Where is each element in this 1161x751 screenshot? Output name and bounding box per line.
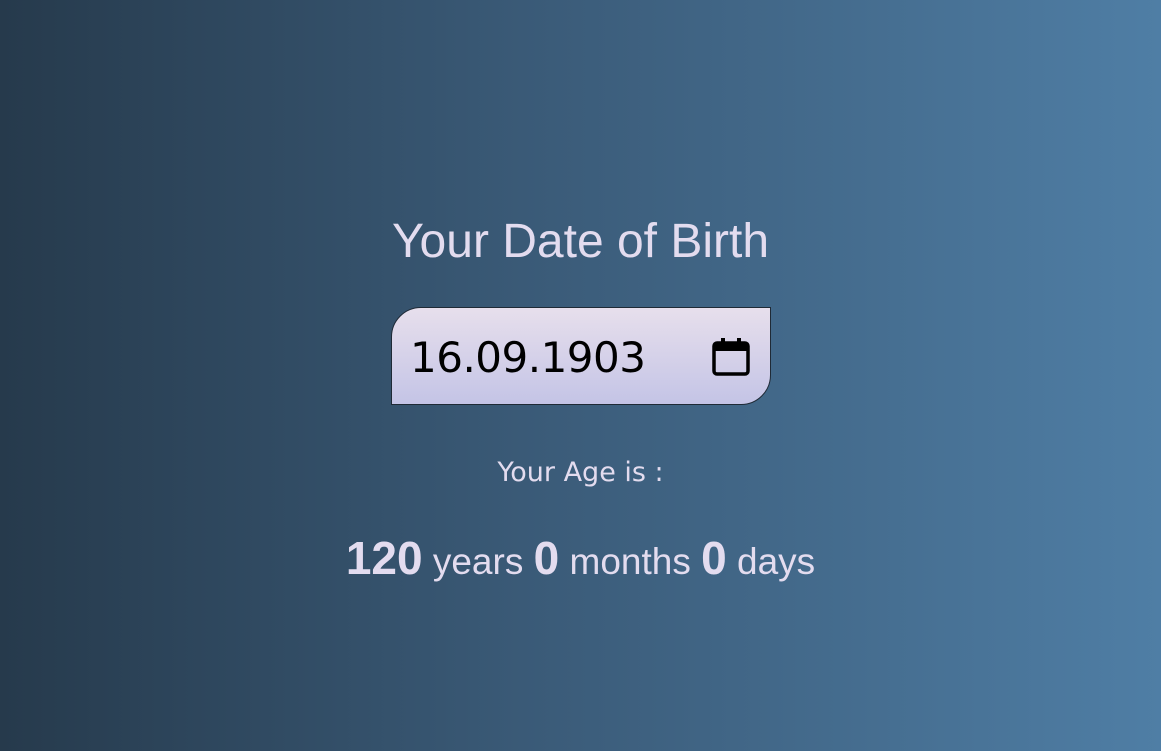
date-value[interactable]: 16.09.1903 — [410, 332, 646, 384]
age-months-value: 0 — [533, 532, 560, 584]
age-label: Your Age is : — [497, 457, 664, 488]
calendar-icon[interactable] — [710, 336, 752, 378]
page-title: Your Date of Birth — [391, 215, 770, 268]
age-months-unit: months — [569, 541, 691, 582]
age-years-unit: years — [432, 541, 524, 582]
age-years-value: 120 — [345, 532, 423, 584]
date-of-birth-input[interactable]: 16.09.1903 — [391, 307, 771, 405]
age-days-unit: days — [737, 541, 816, 582]
age-days-value: 0 — [701, 532, 727, 584]
age-result: 120 years 0 months 0 days — [0, 530, 1161, 590]
